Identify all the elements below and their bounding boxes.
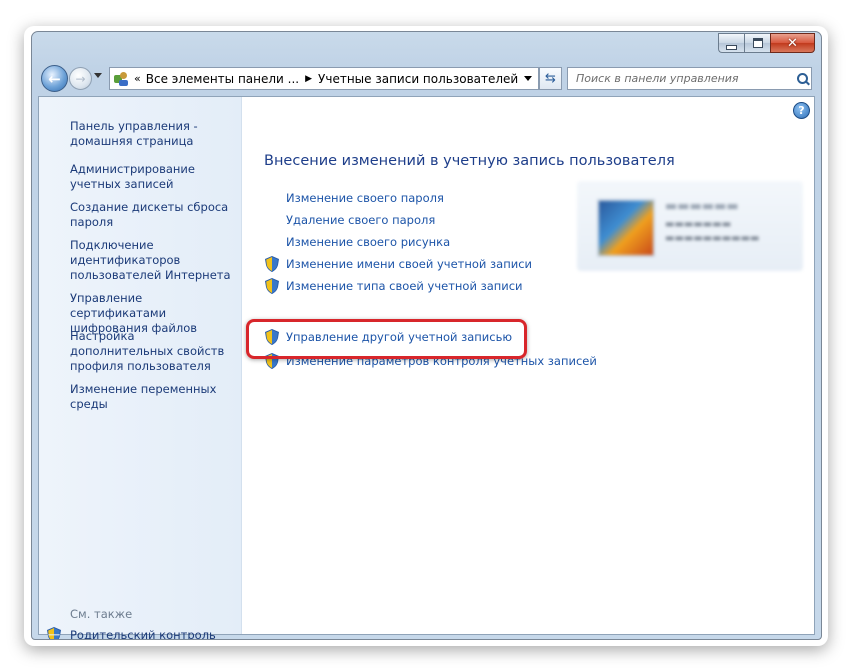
breadcrumb-overflow[interactable]: « <box>134 72 141 85</box>
see-also-heading: См. также <box>70 607 133 621</box>
content-area: Панель управления - домашняя страница Ад… <box>38 96 815 639</box>
task-label: Изменение своего рисунка <box>286 235 451 249</box>
search-input[interactable] <box>568 71 793 86</box>
minimize-icon <box>726 44 737 50</box>
task-remove-password[interactable]: Удаление своего пароля <box>265 213 435 227</box>
help-icon: ? <box>798 104 805 117</box>
user-accounts-icon <box>113 71 129 87</box>
task-label: Изменение типа своей учетной записи <box>286 279 523 293</box>
close-icon: ✕ <box>787 35 798 51</box>
sidebar-item-parental-control[interactable]: Родительский контроль <box>47 627 216 640</box>
shield-icon <box>265 278 279 294</box>
shield-icon <box>265 256 279 272</box>
task-change-account-type[interactable]: Изменение типа своей учетной записи <box>265 278 523 294</box>
sidebar-item-environment-variables[interactable]: Изменение переменных среды <box>70 382 240 412</box>
address-bar[interactable]: « Все элементы панели ... ▶ Учетные запи… <box>109 67 539 90</box>
page-title: Внесение изменений в учетную запись поль… <box>264 153 675 169</box>
address-dropdown-icon[interactable] <box>524 76 532 81</box>
search-icon[interactable] <box>793 73 811 84</box>
maximize-button[interactable] <box>744 33 770 53</box>
user-role-blurred: ▬▬▬▬▬▬▬ <box>665 219 732 230</box>
help-button[interactable]: ? <box>793 102 810 119</box>
caption-buttons: ✕ <box>718 33 815 53</box>
back-arrow-icon: ← <box>48 69 61 88</box>
user-protection-blurred: ▬▬▬▬▬▬▬▬▬▬ <box>665 233 760 244</box>
shield-icon <box>265 329 279 345</box>
task-label: Изменение имени своей учетной записи <box>286 257 533 271</box>
avatar <box>597 199 655 257</box>
breadcrumb-user-accounts[interactable]: Учетные записи пользователей <box>318 72 518 86</box>
maximize-icon <box>752 38 763 48</box>
navigation-bar: ← → « Все элементы панели ... ▶ Учетные … <box>32 62 821 96</box>
forward-arrow-icon: → <box>75 71 86 86</box>
sidebar-item-profile-properties[interactable]: Настройка дополнительных свойств профиля… <box>70 329 240 374</box>
task-manage-another-account[interactable]: Управление другой учетной записью <box>265 329 512 345</box>
back-button[interactable]: ← <box>41 65 68 92</box>
minimize-button[interactable] <box>718 33 744 53</box>
forward-button[interactable]: → <box>69 67 92 90</box>
task-label: Изменение своего пароля <box>286 191 444 205</box>
sidebar-item-online-ids[interactable]: Подключение идентификаторов пользователе… <box>70 238 240 283</box>
task-label: Изменение параметров контроля учетных за… <box>286 354 597 368</box>
task-uac-settings[interactable]: Изменение параметров контроля учетных за… <box>265 353 597 369</box>
search-box[interactable] <box>567 67 812 90</box>
breadcrumb-all-items[interactable]: Все элементы панели ... <box>146 72 299 86</box>
sidebar: Панель управления - домашняя страница Ад… <box>39 97 242 639</box>
shield-icon <box>265 353 279 369</box>
refresh-icon: ⇆ <box>545 71 556 86</box>
user-name-blurred: ▬▬▬▬▬▬ <box>665 199 739 214</box>
sidebar-item-control-panel-home[interactable]: Панель управления - домашняя страница <box>70 119 240 149</box>
control-panel-window: ✕ ← → « Все элементы панели ... ▶ Учетны… <box>31 31 822 640</box>
shield-icon <box>47 627 61 639</box>
task-change-picture[interactable]: Изменение своего рисунка <box>265 235 450 249</box>
sidebar-item-manage-accounts[interactable]: Администрирование учетных записей <box>70 162 240 192</box>
sidebar-item-reset-disk[interactable]: Создание дискеты сброса пароля <box>70 200 240 230</box>
task-label: Удаление своего пароля <box>286 213 436 227</box>
breadcrumb-separator[interactable]: ▶ <box>305 74 312 84</box>
task-change-password[interactable]: Изменение своего пароля <box>265 191 444 205</box>
task-change-account-name[interactable]: Изменение имени своей учетной записи <box>265 256 532 272</box>
refresh-button[interactable]: ⇆ <box>539 67 562 90</box>
history-dropdown[interactable] <box>94 73 102 78</box>
user-account-card: ▬▬▬▬▬▬ ▬▬▬▬▬▬▬ ▬▬▬▬▬▬▬▬▬▬ <box>577 181 803 271</box>
parental-control-label: Родительский контроль <box>70 628 216 640</box>
task-label: Управление другой учетной записью <box>286 330 513 344</box>
close-button[interactable]: ✕ <box>770 33 815 53</box>
